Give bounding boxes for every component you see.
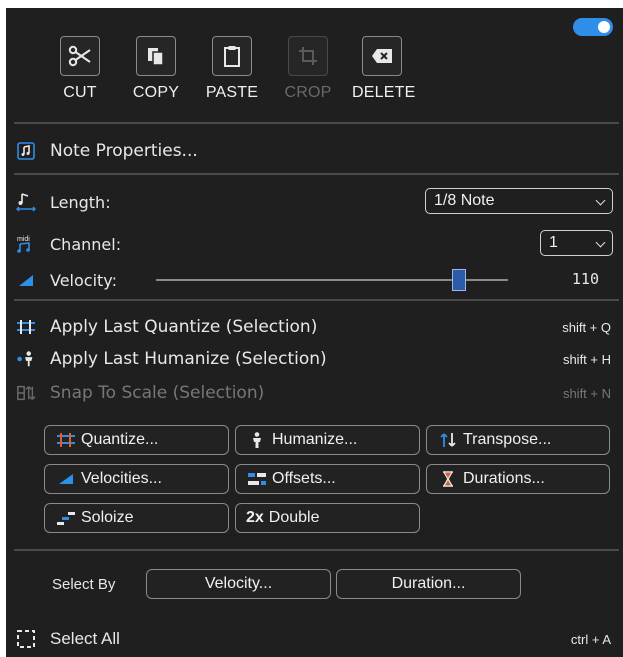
divider [14, 122, 619, 124]
quantize-shortcut: shift + Q [562, 319, 611, 335]
snap-shortcut: shift + N [562, 385, 611, 401]
note-properties-label: Note Properties... [50, 141, 198, 161]
velocities-button[interactable]: Velocities... [44, 464, 229, 494]
copy-label: COPY [132, 84, 180, 101]
quantize-button[interactable]: Quantize... [44, 425, 229, 455]
svg-text:midi: midi [17, 236, 30, 243]
apply-last-humanize-row[interactable]: Apply Last Humanize (Selection) shift + … [16, 345, 617, 373]
transpose-button-label: Transpose... [463, 431, 552, 448]
humanize-shortcut: shift + H [562, 351, 611, 367]
note-length-icon [16, 192, 36, 212]
copy-icon [148, 48, 164, 66]
double-button-label: Double [268, 509, 320, 526]
channel-label: Channel: [50, 234, 122, 254]
select-by-velocity-button[interactable]: Velocity... [146, 569, 331, 599]
cut-button[interactable]: CUT [50, 36, 110, 102]
note-edit-panel: CUT COPY PASTE CROP DELETE Note Properti… [6, 8, 623, 657]
length-label: Length: [50, 192, 111, 212]
length-value: 1/8 Note [434, 192, 495, 209]
quantize-icon [55, 432, 77, 448]
copy-button[interactable]: COPY [126, 36, 186, 102]
channel-select[interactable]: 1 [540, 230, 613, 256]
selection-box-icon [16, 629, 36, 649]
select-all-row[interactable]: Select All ctrl + A [16, 625, 617, 653]
channel-value: 1 [549, 234, 558, 251]
velocities-button-label: Velocities... [81, 470, 162, 487]
length-select[interactable]: 1/8 Note [425, 188, 613, 214]
snap-to-scale-label: Snap To Scale (Selection) [50, 383, 265, 403]
apply-last-quantize-label: Apply Last Quantize (Selection) [50, 317, 318, 337]
paste-button[interactable]: PASTE [202, 36, 262, 102]
transpose-icon [437, 432, 459, 448]
snap-to-scale-row[interactable]: Snap To Scale (Selection) shift + N [16, 379, 617, 407]
panel-toggle[interactable] [573, 18, 613, 36]
crop-button[interactable]: CROP [278, 36, 338, 102]
select-all-shortcut: ctrl + A [570, 631, 611, 647]
backspace-icon [372, 49, 392, 63]
chevron-down-icon [595, 195, 606, 206]
divider [14, 549, 619, 551]
humanize-button-label: Humanize... [272, 431, 358, 448]
soloize-button-label: Soloize [81, 509, 134, 526]
velocity-icon [55, 471, 77, 487]
person-icon [246, 432, 268, 448]
double-button[interactable]: 2x Double [235, 503, 420, 533]
chevron-down-icon [595, 237, 606, 248]
select-all-label: Select All [50, 629, 120, 648]
velocity-value: 110 [571, 270, 599, 288]
select-by-duration-button[interactable]: Duration... [336, 569, 521, 599]
apply-last-quantize-row[interactable]: Apply Last Quantize (Selection) shift + … [16, 313, 617, 341]
durations-button[interactable]: Durations... [426, 464, 610, 494]
double-badge: 2x [246, 509, 264, 526]
durations-button-label: Durations... [463, 470, 545, 487]
apply-last-humanize-label: Apply Last Humanize (Selection) [50, 349, 327, 369]
cut-label: CUT [63, 84, 97, 101]
divider [14, 173, 619, 175]
offsets-button[interactable]: Offsets... [235, 464, 420, 494]
offsets-icon [246, 471, 268, 487]
offsets-button-label: Offsets... [272, 470, 336, 487]
humanize-icon [16, 349, 36, 369]
velocity-slider-thumb[interactable] [451, 269, 466, 291]
clipboard-icon [224, 46, 240, 67]
soloize-icon [55, 510, 77, 526]
transpose-button[interactable]: Transpose... [426, 425, 610, 455]
velocity-icon [16, 270, 36, 290]
crop-label: CROP [284, 84, 332, 101]
select-by-duration-label: Duration... [391, 575, 466, 592]
velocity-label: Velocity: [50, 270, 117, 290]
divider [14, 299, 619, 301]
soloize-button[interactable]: Soloize [44, 503, 229, 533]
delete-label: DELETE [352, 84, 416, 101]
channel-row: midi Channel: [16, 230, 617, 258]
note-properties-row[interactable]: Note Properties... [16, 137, 617, 165]
quantize-icon [16, 317, 36, 337]
delete-button[interactable]: DELETE [352, 36, 416, 102]
scissors-icon [68, 45, 91, 67]
crop-icon [299, 47, 317, 65]
paste-label: PASTE [205, 84, 259, 101]
midi-icon: midi [16, 234, 36, 254]
select-by-label: Select By [52, 576, 116, 593]
humanize-button[interactable]: Humanize... [235, 425, 420, 455]
select-by-velocity-label: Velocity... [204, 575, 273, 592]
hourglass-icon [437, 471, 459, 487]
note-box-icon [16, 141, 36, 161]
snap-scale-icon [16, 383, 36, 403]
quantize-button-label: Quantize... [81, 431, 159, 448]
